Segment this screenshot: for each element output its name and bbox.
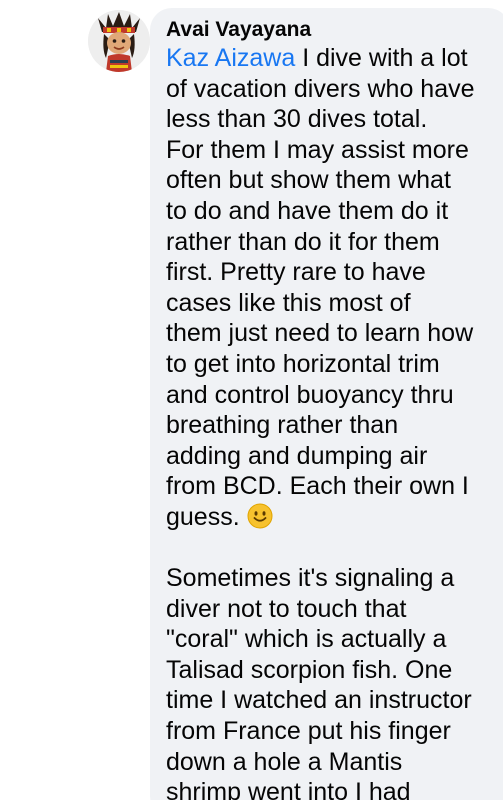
- comment-line: down a hole a Mantis: [166, 747, 403, 776]
- cartoon-avatar-icon: [88, 10, 150, 72]
- comment-line: For them I may assist more: [166, 135, 469, 164]
- comment-line: of vacation divers who have: [166, 74, 475, 103]
- comment-line: to get into horizontal trim: [166, 349, 440, 378]
- mention-link[interactable]: Kaz Aizawa: [166, 44, 295, 72]
- comment-line: "coral" which is actually a: [166, 625, 447, 654]
- comment-text: I dive with a lot: [295, 44, 468, 72]
- comment-body: Kaz Aizawa I dive with a lot of vacation…: [166, 43, 501, 800]
- comment-line: guess.: [166, 502, 501, 533]
- comment-text: guess.: [166, 502, 247, 531]
- comment-line: them just need to learn how: [166, 319, 474, 348]
- comment-line: less than 30 dives total.: [166, 105, 428, 134]
- comment-line: diver not to touch that: [166, 594, 407, 623]
- comment-line: cases like this most of: [166, 288, 411, 317]
- comment-line: time I watched an instructor: [166, 686, 472, 715]
- comment-line: and control buoyancy thru: [166, 380, 454, 409]
- comment-line: adding and dumping air: [166, 441, 428, 470]
- comment-line: to do and have them do it: [166, 196, 449, 225]
- comment-line: Talisad scorpion fish. One: [166, 655, 453, 684]
- comment-line: Sometimes it's signaling a: [166, 564, 455, 593]
- comment-line: often but show them what: [166, 166, 451, 195]
- avatar[interactable]: [88, 10, 150, 72]
- comment-line: from BCD. Each their own I: [166, 472, 469, 501]
- comment-author[interactable]: Avai Vayayana: [166, 18, 311, 42]
- comment-line: Kaz Aizawa I dive with a lot: [166, 43, 501, 74]
- comment-line: breathing rather than: [166, 411, 399, 440]
- smiling-face-emoji-icon: [247, 503, 273, 529]
- comment-line: from France put his finger: [166, 717, 451, 746]
- comment-line: first. Pretty rare to have: [166, 258, 426, 287]
- comment-line: rather than do it for them: [166, 227, 440, 256]
- comment-line: shrimp went into I had: [166, 778, 411, 800]
